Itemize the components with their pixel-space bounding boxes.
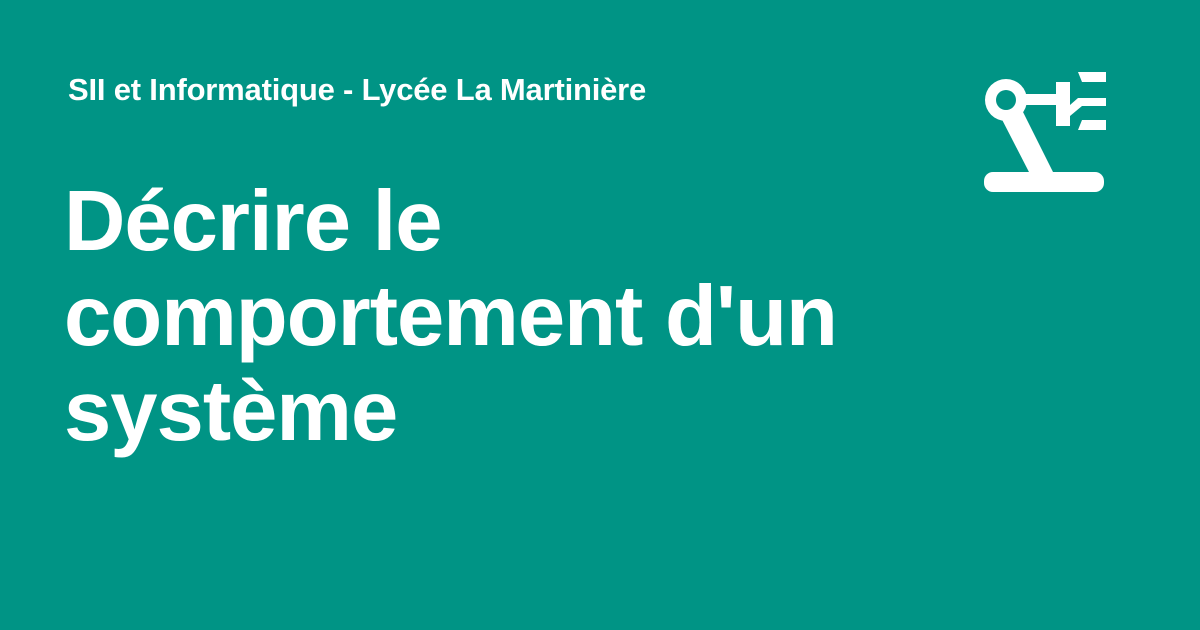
site-name: SII et Informatique - Lycée La Martinièr… — [68, 72, 647, 107]
page-title: Décrire le comportement d'un système — [64, 174, 838, 459]
robotic-arm-icon — [984, 72, 1106, 192]
social-card: SII et Informatique - Lycée La Martinièr… — [0, 0, 1200, 630]
